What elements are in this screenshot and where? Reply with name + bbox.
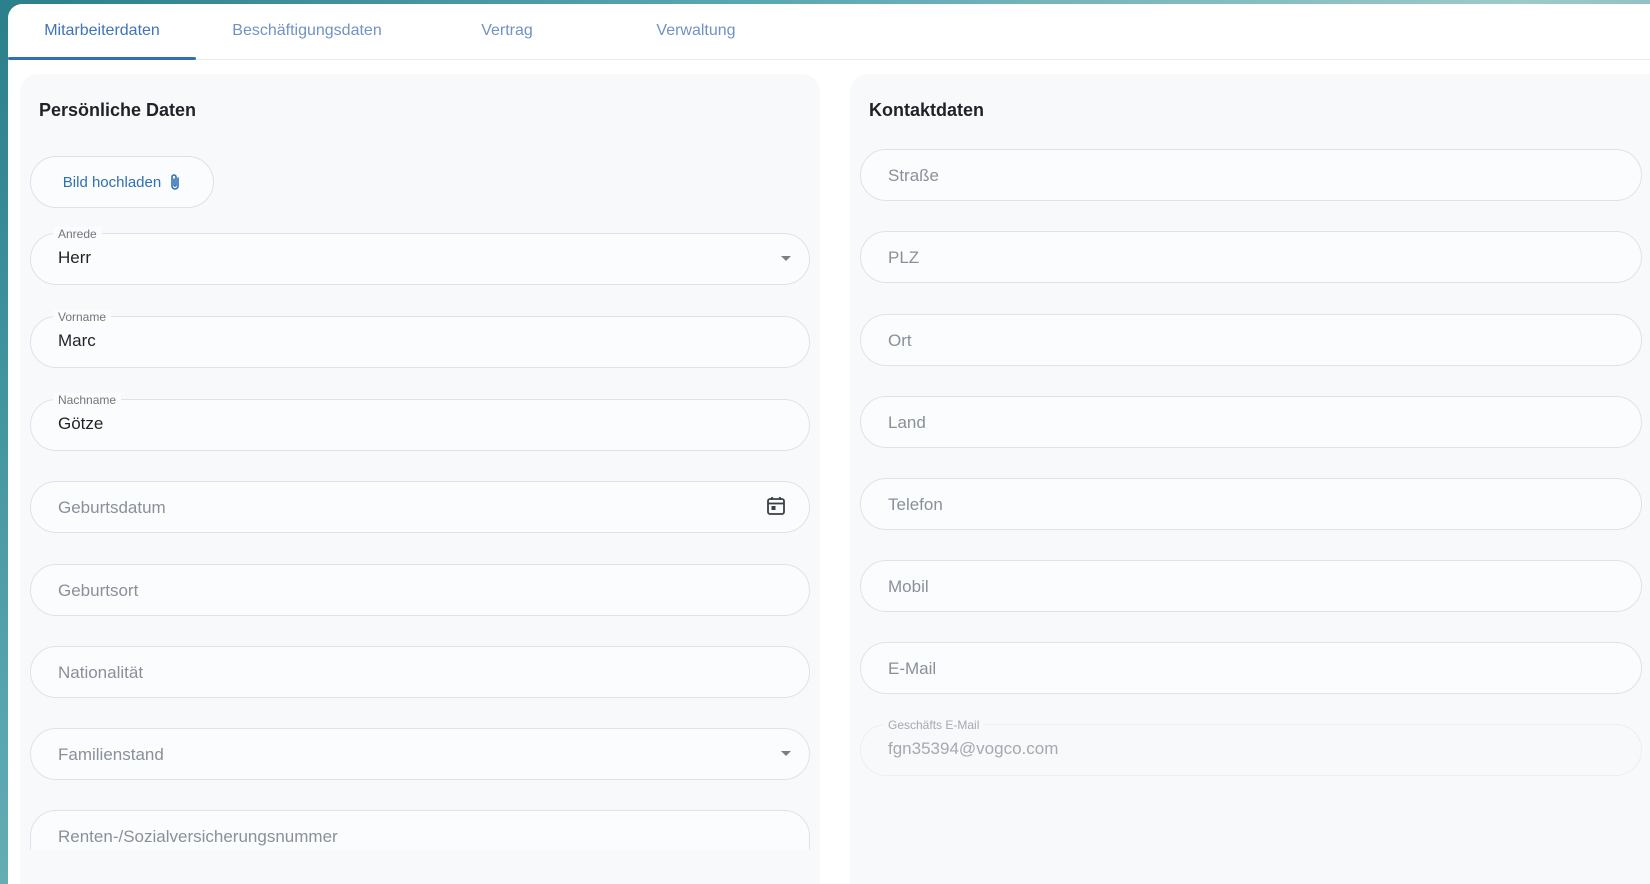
geburtsort-field[interactable]: Geburtsort bbox=[30, 564, 810, 616]
app-window: Mitarbeiterdaten Beschäftigungsdaten Ver… bbox=[8, 4, 1650, 884]
familienstand-select[interactable]: Familienstand bbox=[30, 728, 810, 780]
geburtsort-placeholder: Geburtsort bbox=[58, 581, 139, 600]
plz-placeholder: PLZ bbox=[888, 248, 920, 267]
tab-bar: Mitarbeiterdaten Beschäftigungsdaten Ver… bbox=[8, 4, 1650, 60]
tab-beschaeftigungsdaten[interactable]: Beschäftigungsdaten bbox=[196, 4, 418, 59]
email-placeholder: E-Mail bbox=[888, 659, 937, 678]
mobil-placeholder: Mobil bbox=[888, 577, 929, 596]
upload-image-label: Bild hochladen bbox=[62, 173, 162, 191]
nachname-value: Götze bbox=[58, 414, 104, 433]
business-email-field: Geschäfts E-Mail fgn35394@vogco.com bbox=[860, 718, 1642, 776]
sozialversicherung-placeholder: Renten-/Sozialversicherungsnummer bbox=[58, 827, 338, 846]
calendar-icon[interactable] bbox=[765, 495, 787, 522]
mobil-field[interactable]: Mobil bbox=[860, 560, 1642, 612]
nationalitaet-placeholder: Nationalität bbox=[58, 663, 144, 682]
chevron-down-icon bbox=[781, 256, 791, 261]
tab-vertrag[interactable]: Vertrag bbox=[418, 4, 596, 59]
ort-field[interactable]: Ort bbox=[860, 314, 1642, 366]
telefon-placeholder: Telefon bbox=[888, 495, 943, 514]
personal-data-title: Persönliche Daten bbox=[39, 100, 197, 120]
business-email-value: fgn35394@vogco.com bbox=[888, 739, 1059, 758]
vorname-value: Marc bbox=[58, 331, 96, 350]
business-email-label: Geschäfts E-Mail bbox=[883, 718, 985, 732]
email-field[interactable]: E-Mail bbox=[860, 642, 1642, 694]
familienstand-placeholder: Familienstand bbox=[58, 745, 164, 764]
form-content: Persönliche Daten Bild hochladen Anrede … bbox=[20, 74, 1650, 884]
tab-mitarbeiterdaten[interactable]: Mitarbeiterdaten bbox=[8, 4, 196, 60]
geburtsdatum-placeholder: Geburtsdatum bbox=[58, 498, 166, 517]
land-placeholder: Land bbox=[888, 413, 926, 432]
upload-image-button[interactable]: Bild hochladen bbox=[30, 156, 214, 208]
geburtsdatum-field[interactable]: Geburtsdatum bbox=[30, 481, 810, 533]
sozialversicherung-field[interactable]: Renten-/Sozialversicherungsnummer bbox=[30, 810, 810, 850]
chevron-down-icon bbox=[781, 751, 791, 756]
vorname-field[interactable]: Vorname Marc bbox=[30, 310, 810, 368]
nachname-label: Nachname bbox=[53, 393, 122, 407]
contact-data-title: Kontaktdaten bbox=[869, 100, 985, 120]
telefon-field[interactable]: Telefon bbox=[860, 478, 1642, 530]
nationalitaet-field[interactable]: Nationalität bbox=[30, 646, 810, 698]
nachname-field[interactable]: Nachname Götze bbox=[30, 393, 810, 451]
tab-verwaltung[interactable]: Verwaltung bbox=[596, 4, 796, 59]
anrede-label: Anrede bbox=[53, 227, 102, 241]
strasse-placeholder: Straße bbox=[888, 166, 940, 185]
vorname-label: Vorname bbox=[53, 310, 112, 324]
paperclip-icon bbox=[169, 173, 181, 191]
land-field[interactable]: Land bbox=[860, 396, 1642, 448]
personal-data-panel: Persönliche Daten Bild hochladen Anrede … bbox=[20, 74, 820, 884]
plz-field[interactable]: PLZ bbox=[860, 231, 1642, 283]
anrede-value: Herr bbox=[58, 248, 92, 267]
strasse-field[interactable]: Straße bbox=[860, 149, 1642, 201]
contact-data-panel: Kontaktdaten Straße PLZ Ort Land Telefon… bbox=[850, 74, 1650, 884]
ort-placeholder: Ort bbox=[888, 331, 912, 350]
anrede-select[interactable]: Anrede Herr bbox=[30, 227, 810, 285]
